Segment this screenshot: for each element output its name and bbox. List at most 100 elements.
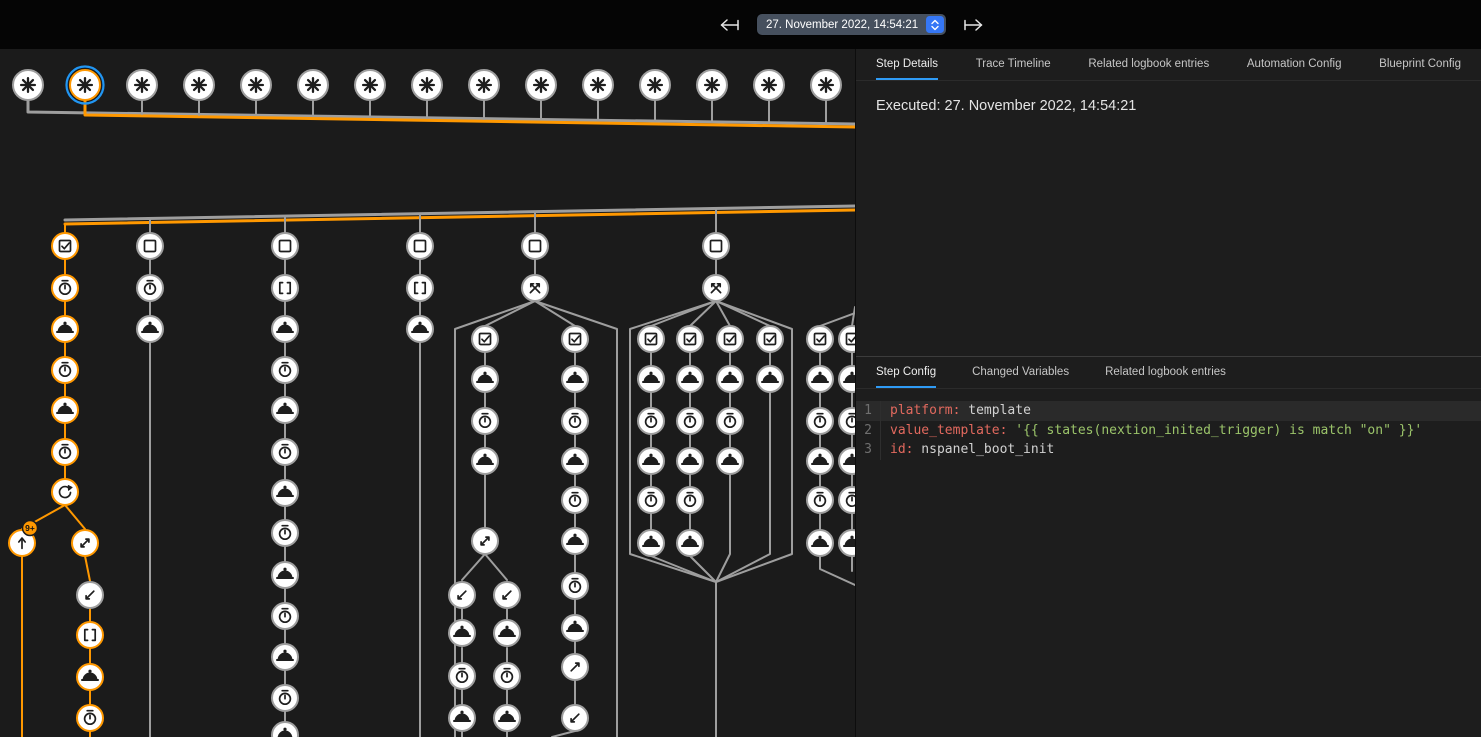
graph-node-checkbox[interactable] bbox=[839, 326, 855, 352]
graph-node-timer[interactable] bbox=[807, 408, 833, 434]
graph-node-checkbox[interactable] bbox=[638, 326, 664, 352]
graph-node-timer[interactable] bbox=[638, 487, 664, 513]
graph-node-dome[interactable] bbox=[449, 620, 475, 646]
graph-node-dome[interactable] bbox=[562, 448, 588, 474]
graph-node-timer[interactable] bbox=[52, 357, 78, 383]
graph-node-dome[interactable] bbox=[272, 722, 298, 737]
previous-run-button[interactable] bbox=[717, 12, 743, 38]
graph-node-checkbox[interactable] bbox=[472, 326, 498, 352]
graph-node-dome[interactable] bbox=[717, 448, 743, 474]
graph-node-dome[interactable] bbox=[472, 366, 498, 392]
graph-trigger-node[interactable] bbox=[127, 70, 157, 100]
graph-node-dome[interactable] bbox=[449, 705, 475, 731]
graph-node-dome[interactable] bbox=[52, 397, 78, 423]
graph-node-dome[interactable] bbox=[494, 705, 520, 731]
graph-node-timer[interactable] bbox=[562, 408, 588, 434]
graph-node-dome[interactable] bbox=[272, 562, 298, 588]
graph-trigger-node[interactable] bbox=[13, 70, 43, 100]
graph-node-dome[interactable] bbox=[839, 530, 855, 556]
graph-node-dome[interactable] bbox=[272, 480, 298, 506]
graph-trigger-node[interactable] bbox=[469, 70, 499, 100]
graph-node-dome[interactable] bbox=[717, 366, 743, 392]
graph-node-dome[interactable] bbox=[677, 366, 703, 392]
graph-node-brackets[interactable] bbox=[407, 275, 433, 301]
graph-node-arrow-bottom-left[interactable] bbox=[449, 582, 475, 608]
graph-node-arrow-bottom-left[interactable] bbox=[562, 705, 588, 731]
graph-node-dome[interactable] bbox=[807, 448, 833, 474]
graph-trigger-node[interactable] bbox=[67, 67, 104, 104]
graph-node-timer[interactable] bbox=[677, 487, 703, 513]
graph-trigger-node[interactable] bbox=[811, 70, 841, 100]
graph-node-timer[interactable] bbox=[839, 408, 855, 434]
tab-related-logbook-entries[interactable]: Related logbook entries bbox=[1105, 357, 1226, 388]
graph-node-square[interactable] bbox=[137, 233, 163, 259]
graph-node-timer[interactable] bbox=[52, 275, 78, 301]
graph-node-checkbox[interactable] bbox=[52, 233, 78, 259]
graph-trigger-node[interactable] bbox=[697, 70, 727, 100]
graph-node-square[interactable] bbox=[522, 233, 548, 259]
graph-trigger-node[interactable] bbox=[355, 70, 385, 100]
graph-node-checkbox[interactable] bbox=[757, 326, 783, 352]
graph-node-dome[interactable] bbox=[677, 448, 703, 474]
graph-node-dome[interactable] bbox=[272, 316, 298, 342]
graph-node-checkbox[interactable] bbox=[717, 326, 743, 352]
graph-trigger-node[interactable] bbox=[241, 70, 271, 100]
graph-node-dome[interactable] bbox=[807, 366, 833, 392]
tab-step-config[interactable]: Step Config bbox=[876, 357, 936, 388]
graph-node-arrow-expand[interactable] bbox=[72, 530, 98, 556]
graph-node-dome[interactable] bbox=[407, 316, 433, 342]
graph-node-timer[interactable] bbox=[562, 487, 588, 513]
graph-node-square[interactable] bbox=[703, 233, 729, 259]
graph-node-dome[interactable] bbox=[807, 530, 833, 556]
graph-trigger-node[interactable] bbox=[583, 70, 613, 100]
graph-node-brackets[interactable] bbox=[272, 275, 298, 301]
graph-node-dome[interactable] bbox=[638, 448, 664, 474]
graph-trigger-node[interactable] bbox=[526, 70, 556, 100]
graph-node-square[interactable] bbox=[272, 233, 298, 259]
graph-trigger-node[interactable] bbox=[298, 70, 328, 100]
graph-node-timer[interactable] bbox=[52, 439, 78, 465]
graph-node-timer[interactable] bbox=[272, 603, 298, 629]
graph-node-refresh[interactable] bbox=[52, 479, 78, 505]
tab-related-logbook-entries[interactable]: Related logbook entries bbox=[1088, 49, 1209, 80]
graph-node-dome[interactable] bbox=[272, 397, 298, 423]
run-select[interactable]: 27. November 2022, 14:54:21 bbox=[757, 14, 946, 35]
graph-node-dome[interactable] bbox=[638, 366, 664, 392]
tab-step-details[interactable]: Step Details bbox=[876, 49, 938, 80]
graph-node-timer[interactable] bbox=[839, 487, 855, 513]
graph-node-arrow-top-right[interactable] bbox=[562, 654, 588, 680]
graph-node-arrow-up[interactable]: 9+ bbox=[9, 521, 38, 557]
graph-node-dome[interactable] bbox=[52, 316, 78, 342]
graph-node-timer[interactable] bbox=[449, 663, 475, 689]
graph-node-dome[interactable] bbox=[839, 448, 855, 474]
graph-node-dome[interactable] bbox=[562, 615, 588, 641]
graph-node-dome[interactable] bbox=[77, 664, 103, 690]
graph-node-timer[interactable] bbox=[77, 705, 103, 731]
graph-node-timer[interactable] bbox=[677, 408, 703, 434]
graph-node-shuffle[interactable] bbox=[703, 275, 729, 301]
graph-node-dome[interactable] bbox=[839, 366, 855, 392]
graph-trigger-node[interactable] bbox=[640, 70, 670, 100]
tab-changed-variables[interactable]: Changed Variables bbox=[972, 357, 1069, 388]
graph-node-checkbox[interactable] bbox=[677, 326, 703, 352]
graph-node-dome[interactable] bbox=[677, 530, 703, 556]
graph-node-timer[interactable] bbox=[272, 685, 298, 711]
graph-node-timer[interactable] bbox=[137, 275, 163, 301]
graph-node-dome[interactable] bbox=[272, 644, 298, 670]
graph-node-checkbox[interactable] bbox=[562, 326, 588, 352]
graph-node-timer[interactable] bbox=[472, 408, 498, 434]
graph-node-timer[interactable] bbox=[494, 663, 520, 689]
graph-node-timer[interactable] bbox=[272, 357, 298, 383]
graph-node-timer[interactable] bbox=[807, 487, 833, 513]
graph-node-dome[interactable] bbox=[562, 528, 588, 554]
graph-node-dome[interactable] bbox=[494, 620, 520, 646]
graph-node-timer[interactable] bbox=[717, 408, 743, 434]
graph-node-arrow-expand[interactable] bbox=[472, 528, 498, 554]
graph-node-timer[interactable] bbox=[272, 439, 298, 465]
graph-trigger-node[interactable] bbox=[754, 70, 784, 100]
graph-node-dome[interactable] bbox=[757, 366, 783, 392]
graph-node-dome[interactable] bbox=[137, 316, 163, 342]
tab-trace-timeline[interactable]: Trace Timeline bbox=[976, 49, 1051, 80]
tab-automation-config[interactable]: Automation Config bbox=[1247, 49, 1342, 80]
graph-node-shuffle[interactable] bbox=[522, 275, 548, 301]
